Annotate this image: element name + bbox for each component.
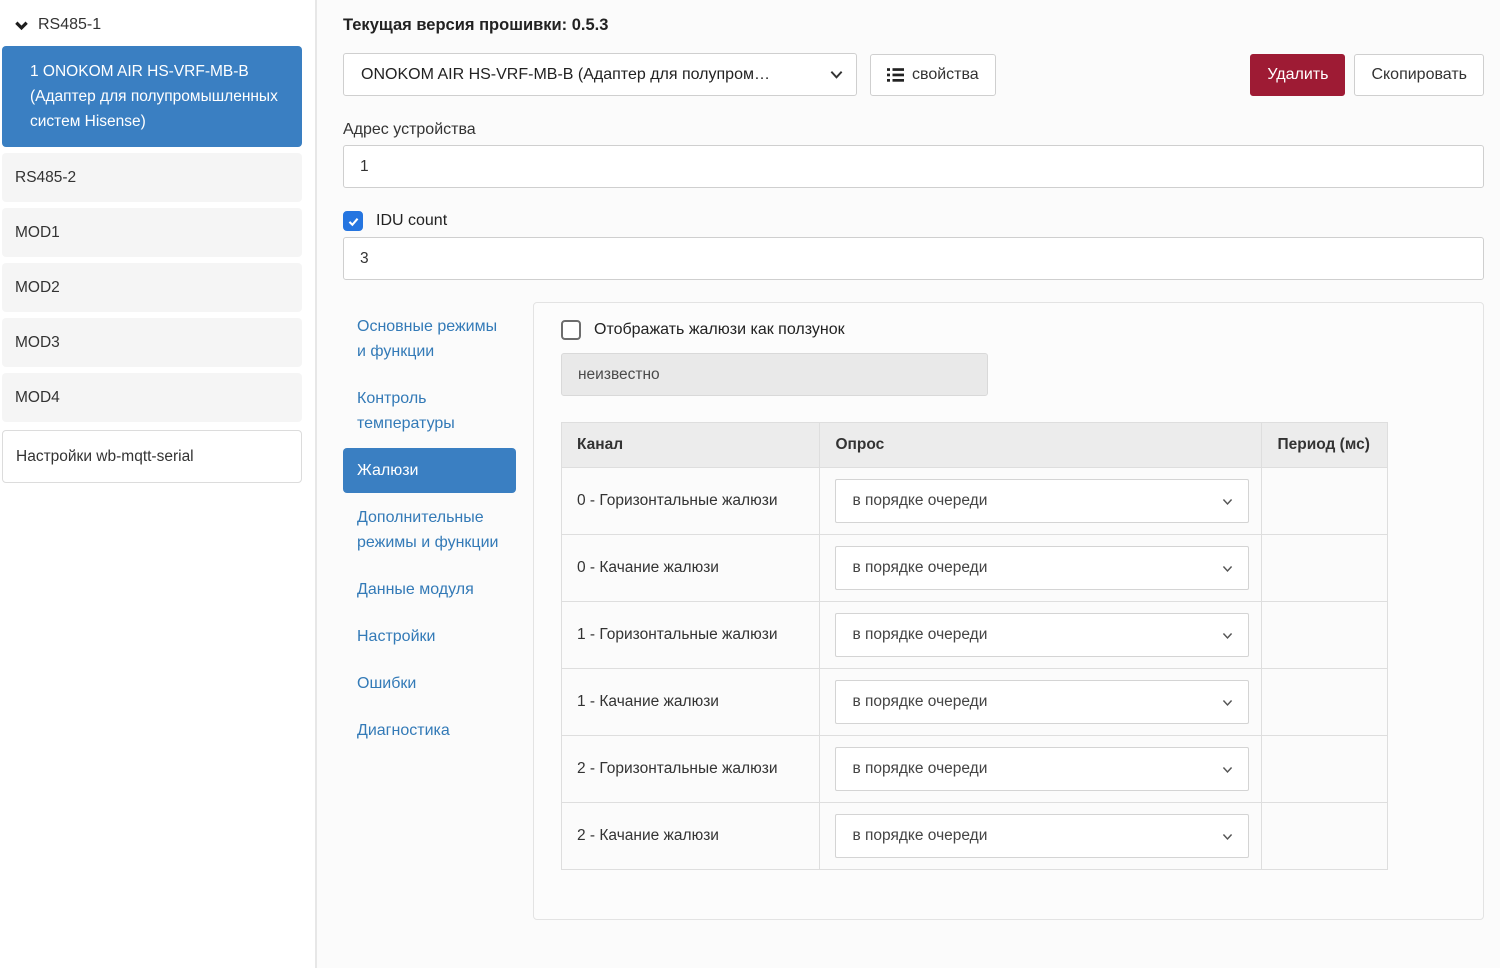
- tab-errors[interactable]: Ошибки: [343, 661, 516, 706]
- tab-temperature-control[interactable]: Контроль температуры: [343, 376, 516, 446]
- idu-count-row: IDU count: [343, 211, 1484, 231]
- main-content: Текущая версия прошивки: 0.5.3 ONOKOM AI…: [317, 0, 1500, 968]
- poll-select-value: в порядке очереди: [852, 559, 1221, 577]
- poll-select-value: в порядке очереди: [852, 693, 1221, 711]
- channel-label: 1 - Качание жалюзи: [562, 669, 820, 736]
- sidebar-item-mod1[interactable]: MOD1: [2, 208, 302, 257]
- period-cell: [1262, 468, 1388, 535]
- chevron-down-icon: [1221, 495, 1234, 508]
- poll-select-value: в порядке очереди: [852, 626, 1221, 644]
- sidebar-item-label: Настройки wb-mqtt-serial: [16, 448, 194, 465]
- poll-select[interactable]: в порядке очереди: [835, 479, 1249, 523]
- header-poll: Опрос: [820, 423, 1262, 468]
- sidebar-group-label: RS485-1: [38, 16, 101, 34]
- channels-table: Канал Опрос Период (мс) 0 - Горизонтальн…: [561, 422, 1388, 870]
- list-icon: [887, 67, 904, 83]
- tab-additional-modes[interactable]: Дополнительные режимы и функции: [343, 495, 516, 565]
- table-row: 1 - Качание жалюзи в порядке очереди: [562, 669, 1388, 736]
- louvers-panel: Отображать жалюзи как ползунок неизвестн…: [533, 302, 1484, 920]
- firmware-version-value: 0.5.3: [572, 16, 609, 34]
- channel-label: 0 - Горизонтальные жалюзи: [562, 468, 820, 535]
- sidebar-item-label: MOD1: [15, 224, 60, 241]
- delete-button-label: Удалить: [1267, 66, 1328, 84]
- channel-label: 2 - Качание жалюзи: [562, 803, 820, 870]
- sidebar-item-label: MOD4: [15, 389, 60, 406]
- device-type-select-value: ONOKOM AIR HS-VRF-MB-B (Адаптер для полу…: [361, 66, 829, 84]
- poll-select[interactable]: в порядке очереди: [835, 680, 1249, 724]
- louvers-slider-checkbox[interactable]: [561, 320, 581, 340]
- sidebar-item-mod2[interactable]: MOD2: [2, 263, 302, 312]
- sidebar-item-label: MOD2: [15, 279, 60, 296]
- header-period: Период (мс): [1262, 423, 1388, 468]
- table-header-row: Канал Опрос Период (мс): [562, 423, 1388, 468]
- period-cell: [1262, 736, 1388, 803]
- tab-main-modes[interactable]: Основные режимы и функции: [343, 304, 516, 374]
- sidebar: RS485-1 1 ONOKOM AIR HS-VRF-MB-B (Адапте…: [0, 0, 317, 968]
- period-cell: [1262, 535, 1388, 602]
- chevron-down-icon: [14, 18, 29, 33]
- chevron-down-icon: [1221, 763, 1234, 776]
- idu-count-input[interactable]: [343, 237, 1484, 280]
- chevron-down-icon: [1221, 696, 1234, 709]
- sidebar-item-label: MOD3: [15, 334, 60, 351]
- copy-button-label: Скопировать: [1371, 66, 1467, 84]
- chevron-down-icon: [1221, 562, 1234, 575]
- sidebar-group-rs485-1[interactable]: RS485-1: [2, 8, 302, 44]
- tab-louvers[interactable]: Жалюзи: [343, 448, 516, 493]
- device-tabs-layout: Основные режимы и функции Контроль темпе…: [343, 302, 1484, 920]
- header-channel: Канал: [562, 423, 820, 468]
- toolbar: ONOKOM AIR HS-VRF-MB-B (Адаптер для полу…: [343, 53, 1484, 96]
- channel-label: 0 - Качание жалюзи: [562, 535, 820, 602]
- poll-select[interactable]: в порядке очереди: [835, 546, 1249, 590]
- idu-count-label: IDU count: [376, 212, 447, 230]
- device-tabs: Основные режимы и функции Контроль темпе…: [343, 302, 516, 753]
- period-cell: [1262, 803, 1388, 870]
- poll-select[interactable]: в порядке очереди: [835, 613, 1249, 657]
- poll-select-value: в порядке очереди: [852, 760, 1221, 778]
- channel-label: 2 - Горизонтальные жалюзи: [562, 736, 820, 803]
- sidebar-item-label: RS485-2: [15, 169, 76, 186]
- device-address-input[interactable]: [343, 145, 1484, 188]
- louvers-slider-label: Отображать жалюзи как ползунок: [594, 321, 845, 339]
- properties-button[interactable]: свойства: [870, 54, 996, 96]
- device-type-select[interactable]: ONOKOM AIR HS-VRF-MB-B (Адаптер для полу…: [343, 53, 857, 96]
- sidebar-item-label: 1 ONOKOM AIR HS-VRF-MB-B (Адаптер для по…: [30, 63, 278, 130]
- device-address-label: Адрес устройства: [343, 121, 1484, 139]
- louvers-status-value: неизвестно: [578, 366, 660, 384]
- channel-label: 1 - Горизонтальные жалюзи: [562, 602, 820, 669]
- poll-select-value: в порядке очереди: [852, 492, 1221, 510]
- tab-diagnostics[interactable]: Диагностика: [343, 708, 516, 753]
- tab-settings[interactable]: Настройки: [343, 614, 516, 659]
- delete-button[interactable]: Удалить: [1250, 54, 1345, 96]
- poll-select-value: в порядке очереди: [852, 827, 1221, 845]
- copy-button[interactable]: Скопировать: [1354, 54, 1484, 96]
- chevron-down-icon: [1221, 629, 1234, 642]
- properties-button-label: свойства: [912, 66, 979, 84]
- sidebar-item-mod4[interactable]: MOD4: [2, 373, 302, 422]
- chevron-down-icon: [829, 67, 844, 82]
- firmware-version-line: Текущая версия прошивки: 0.5.3: [343, 14, 1484, 35]
- sidebar-item-wb-mqtt-serial-settings[interactable]: Настройки wb-mqtt-serial: [2, 430, 302, 483]
- sidebar-item-mod3[interactable]: MOD3: [2, 318, 302, 367]
- idu-count-checkbox[interactable]: [343, 211, 363, 231]
- poll-select[interactable]: в порядке очереди: [835, 814, 1249, 858]
- firmware-version-label: Текущая версия прошивки:: [343, 16, 567, 34]
- sidebar-item-device-1[interactable]: 1 ONOKOM AIR HS-VRF-MB-B (Адаптер для по…: [2, 46, 302, 147]
- period-cell: [1262, 602, 1388, 669]
- table-row: 1 - Горизонтальные жалюзи в порядке очер…: [562, 602, 1388, 669]
- louvers-slider-row: Отображать жалюзи как ползунок: [561, 320, 1483, 340]
- table-row: 0 - Горизонтальные жалюзи в порядке очер…: [562, 468, 1388, 535]
- louvers-status-field: неизвестно: [561, 353, 988, 396]
- sidebar-item-rs485-2[interactable]: RS485-2: [2, 153, 302, 202]
- poll-select[interactable]: в порядке очереди: [835, 747, 1249, 791]
- table-row: 2 - Горизонтальные жалюзи в порядке очер…: [562, 736, 1388, 803]
- tab-module-data[interactable]: Данные модуля: [343, 567, 516, 612]
- chevron-down-icon: [1221, 830, 1234, 843]
- period-cell: [1262, 669, 1388, 736]
- table-row: 2 - Качание жалюзи в порядке очереди: [562, 803, 1388, 870]
- table-row: 0 - Качание жалюзи в порядке очереди: [562, 535, 1388, 602]
